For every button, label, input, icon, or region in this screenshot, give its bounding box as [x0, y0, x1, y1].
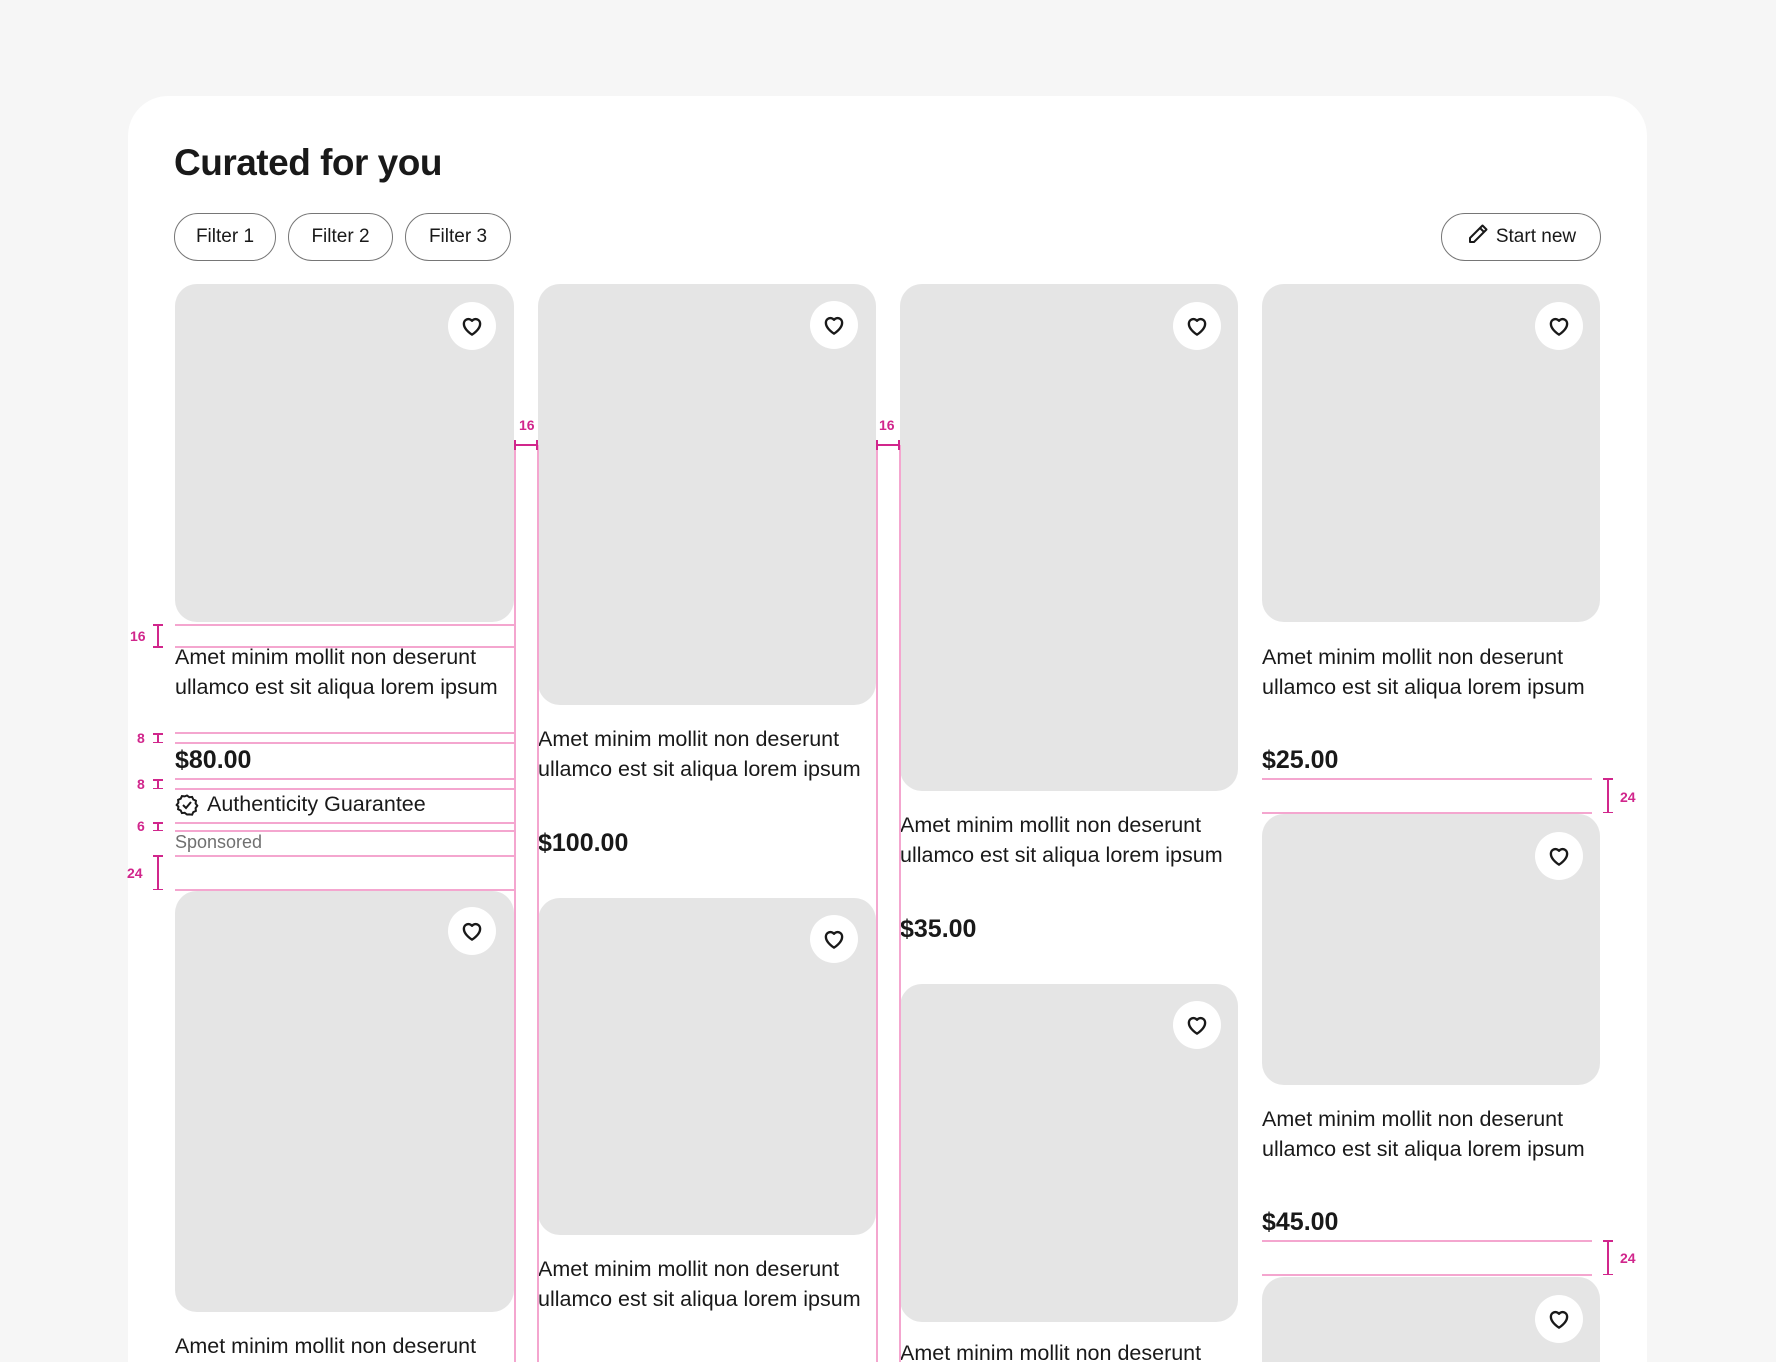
spec-gap-label: 24: [127, 865, 143, 881]
spec-guide-line: [175, 855, 515, 857]
product-price: $80.00: [175, 746, 252, 774]
filter-chip-3[interactable]: Filter 3: [405, 213, 511, 261]
spec-gap-label: 24: [1620, 1250, 1636, 1266]
spec-guide-line: [175, 624, 515, 626]
favorite-button[interactable]: [1173, 1001, 1221, 1049]
start-new-button[interactable]: Start new: [1441, 213, 1601, 261]
favorite-button[interactable]: [810, 301, 858, 349]
spec-gap-marker: [153, 822, 163, 831]
heart-icon: [1187, 1016, 1207, 1035]
spec-guide-line: [175, 778, 515, 780]
product-title[interactable]: Amet minim mollit non deserunt ullamco e…: [900, 810, 1240, 870]
heart-icon: [1187, 317, 1207, 336]
spec-gap-marker: [153, 779, 163, 789]
heart-icon: [1549, 1310, 1569, 1329]
spec-guide-line: [1262, 1240, 1592, 1242]
spec-gap-marker: [153, 855, 163, 890]
page-title: Curated for you: [174, 142, 442, 183]
spec-gap-marker: [153, 624, 163, 648]
heart-icon: [462, 317, 482, 336]
product-title[interactable]: Amet minim mollit non deserunt ullamco e…: [538, 1254, 878, 1314]
filter-chip-2[interactable]: Filter 2: [288, 213, 393, 261]
spec-gap-label: 24: [1620, 789, 1636, 805]
product-title[interactable]: Amet minim mollit non deserunt ullamco e…: [538, 724, 878, 784]
spec-gap-marker: [876, 440, 900, 450]
spec-gap-marker: [1603, 778, 1613, 813]
heart-icon: [824, 316, 844, 335]
spec-gap-marker: [514, 440, 538, 450]
product-price: $35.00: [900, 915, 977, 943]
favorite-button[interactable]: [448, 907, 496, 955]
spec-guide-line: [537, 445, 539, 1362]
sponsored-label: Sponsored: [175, 832, 263, 852]
spec-guide-line: [175, 788, 515, 790]
heart-icon: [462, 922, 482, 941]
spec-guide-line: [175, 732, 515, 734]
heart-icon: [1549, 317, 1569, 336]
spec-guide-line: [175, 646, 515, 648]
favorite-button[interactable]: [1173, 302, 1221, 350]
product-title[interactable]: Amet minim mollit non deserunt: [900, 1338, 1240, 1362]
spec-gap-label: 16: [879, 417, 895, 433]
spec-gap-marker: [1603, 1240, 1613, 1275]
heart-icon: [824, 930, 844, 949]
spec-gap-label: 6: [137, 818, 145, 834]
spec-guide-line: [876, 445, 878, 1362]
authenticity-badge: Authenticity Guarantee: [175, 792, 426, 817]
favorite-button[interactable]: [448, 302, 496, 350]
product-image[interactable]: [900, 284, 1238, 791]
pencil-icon: [1466, 222, 1490, 252]
favorite-button[interactable]: [1535, 1295, 1583, 1343]
favorite-button[interactable]: [1535, 832, 1583, 880]
product-price: $25.00: [1262, 746, 1339, 774]
spec-gap-label: 8: [137, 776, 145, 792]
spec-guide-line: [175, 830, 515, 832]
spec-gap-label: 16: [130, 628, 146, 644]
spec-guide-line: [1262, 778, 1592, 780]
spec-guide-line: [899, 445, 901, 1362]
spec-gap-label: 8: [137, 730, 145, 746]
spec-guide-line: [1262, 1274, 1592, 1276]
spec-guide-line: [175, 742, 515, 744]
spec-guide-line: [1262, 812, 1592, 814]
spec-gap-marker: [153, 733, 163, 743]
favorite-button[interactable]: [1535, 302, 1583, 350]
check-badge-icon: [175, 793, 199, 816]
product-image[interactable]: [175, 891, 514, 1312]
product-title[interactable]: Amet minim mollit non deserunt: [175, 1331, 515, 1361]
start-new-label: Start new: [1495, 226, 1577, 247]
authenticity-label: Authenticity Guarantee: [207, 792, 426, 816]
product-title[interactable]: Amet minim mollit non deserunt ullamco e…: [1262, 1104, 1602, 1164]
spec-guide-line: [175, 822, 515, 824]
heart-icon: [1549, 847, 1569, 866]
filter-chip-1[interactable]: Filter 1: [174, 213, 276, 261]
spec-guide-line: [175, 889, 515, 891]
product-title[interactable]: Amet minim mollit non deserunt ullamco e…: [1262, 642, 1602, 702]
product-price: $45.00: [1262, 1208, 1339, 1236]
spec-gap-label: 16: [519, 417, 535, 433]
favorite-button[interactable]: [810, 915, 858, 963]
spec-guide-line: [514, 445, 516, 1362]
product-title[interactable]: Amet minim mollit non deserunt ullamco e…: [175, 642, 515, 702]
product-price: $100.00: [538, 829, 629, 857]
